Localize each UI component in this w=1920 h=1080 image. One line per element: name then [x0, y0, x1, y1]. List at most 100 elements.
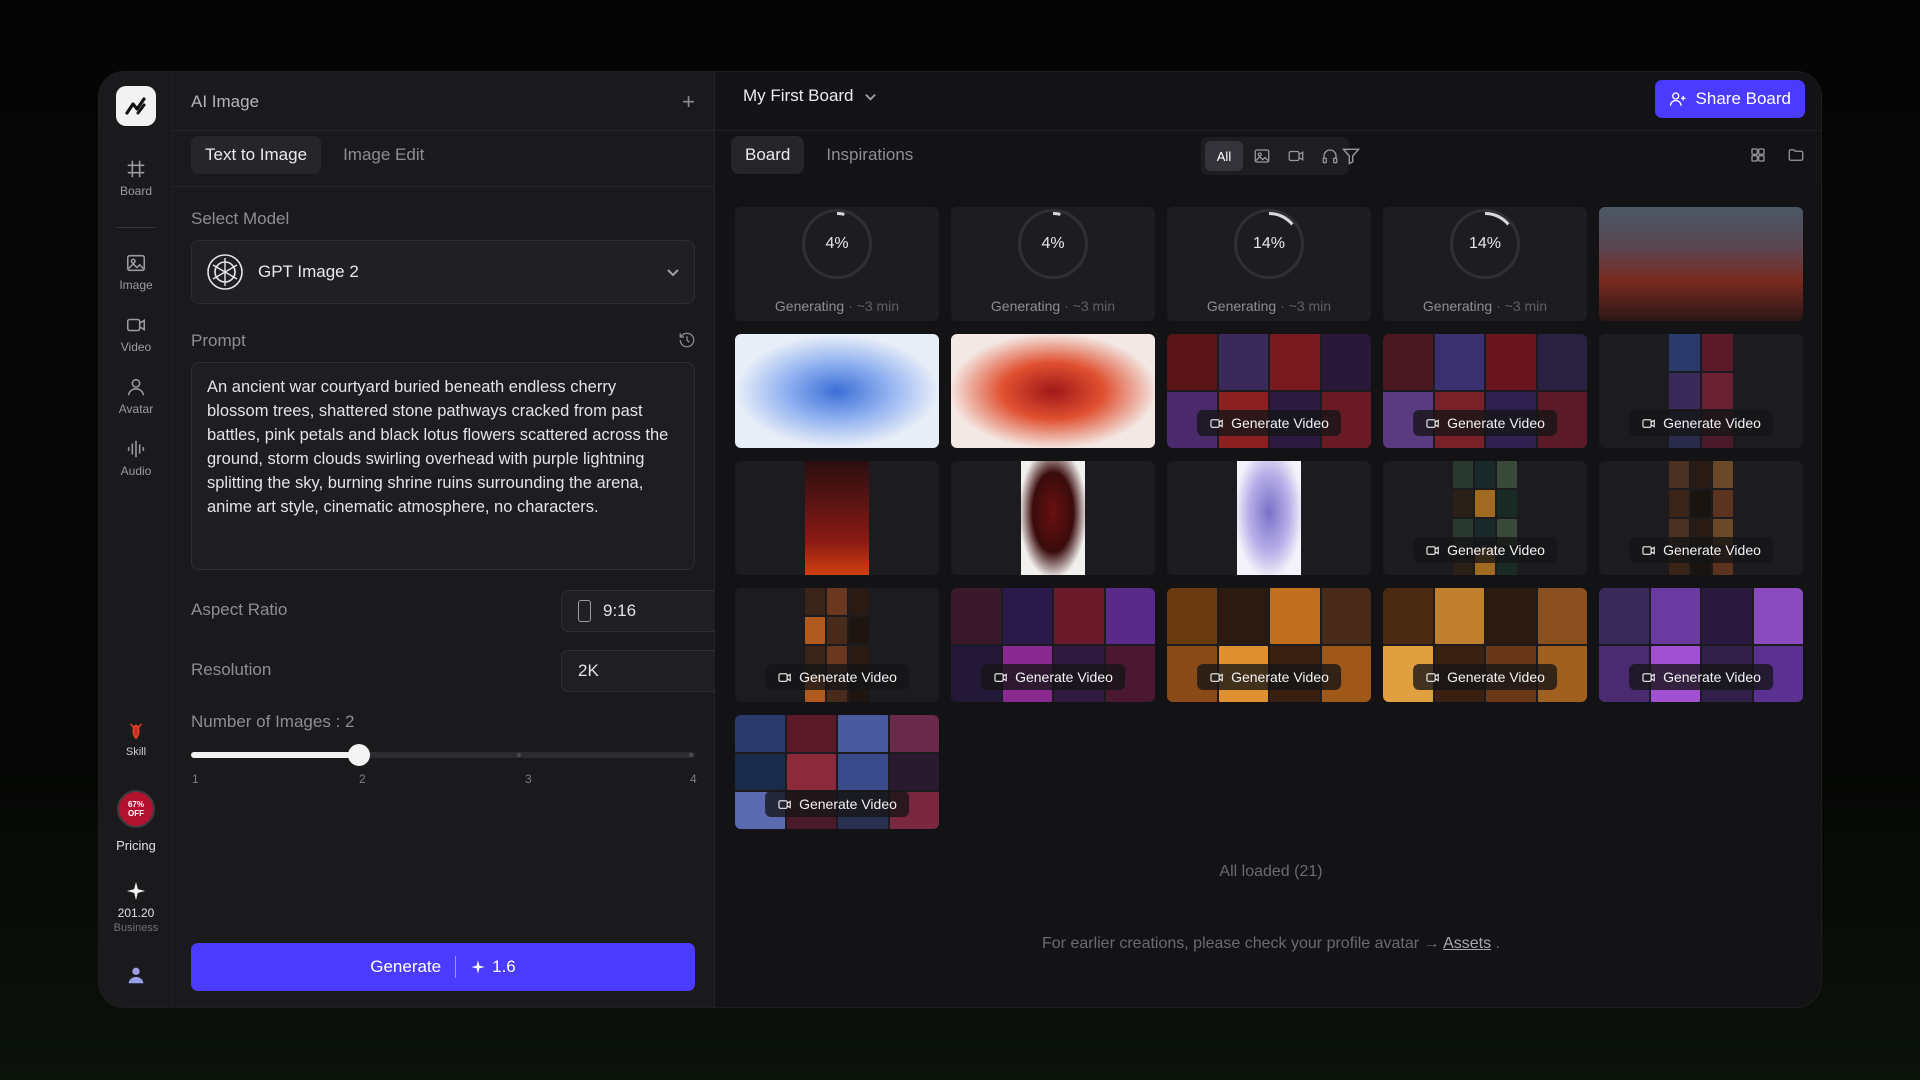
slider-fill: [191, 752, 359, 758]
board-tile[interactable]: [951, 334, 1155, 448]
generate-video-button[interactable]: Generate Video: [1629, 410, 1773, 436]
panel-tabs: Text to Image Image Edit: [191, 136, 438, 174]
generate-video-button[interactable]: Generate Video: [1413, 664, 1557, 690]
user-avatar-icon: [128, 967, 144, 984]
grid-view-button[interactable]: [1749, 146, 1771, 168]
board-title-dropdown[interactable]: My First Board: [743, 86, 877, 106]
assets-link[interactable]: Assets: [1443, 935, 1491, 952]
rail-item-avatar[interactable]: Avatar: [99, 376, 173, 416]
panel-title: AI Image: [191, 92, 260, 111]
rail-item-pricing[interactable]: 67% OFF Pricing: [99, 790, 173, 853]
generating-tile: 14% Generating · ~3 min: [1383, 207, 1587, 321]
video-camera-icon: [1210, 672, 1223, 682]
filter-button[interactable]: [1341, 146, 1363, 168]
select-model-label: Select Model: [191, 209, 290, 228]
tab-board[interactable]: Board: [731, 136, 805, 174]
number-of-images-slider[interactable]: [191, 744, 695, 766]
rail-item-image[interactable]: Image: [99, 252, 173, 292]
generate-video-button[interactable]: Generate Video: [1413, 410, 1557, 436]
board-tile[interactable]: Generate Video: [1599, 588, 1803, 702]
rail-item-video[interactable]: Video: [99, 314, 173, 354]
portrait-ratio-icon: [578, 600, 591, 622]
video-camera-icon: [1426, 672, 1439, 682]
generate-video-button[interactable]: Generate Video: [1197, 410, 1341, 436]
board-tile[interactable]: Generate Video: [951, 588, 1155, 702]
progress-percent: 4%: [1041, 235, 1065, 252]
board-tile[interactable]: Generate Video: [1383, 334, 1587, 448]
tab-image-edit[interactable]: Image Edit: [329, 136, 438, 174]
progress-ring: 14%: [1234, 209, 1304, 279]
generate-video-button[interactable]: Generate Video: [1197, 664, 1341, 690]
prompt-textarea[interactable]: An ancient war courtyard buried beneath …: [191, 362, 695, 570]
hash-grid-icon: [127, 160, 145, 178]
board-tile[interactable]: Generate Video: [1383, 588, 1587, 702]
tab-text-to-image[interactable]: Text to Image: [191, 136, 322, 174]
image-icon: [126, 254, 146, 272]
person-icon: [127, 378, 145, 396]
board-tabs: Board Inspirations: [731, 136, 927, 174]
app-logo[interactable]: [116, 86, 156, 126]
slider-tick: [689, 753, 693, 757]
board-tile[interactable]: [735, 334, 939, 448]
folder-icon: [1788, 149, 1804, 161]
board-tile[interactable]: Generate Video: [1167, 588, 1371, 702]
rail-item-board[interactable]: Board: [99, 158, 173, 198]
openai-icon: [207, 254, 243, 290]
image-thumbnail: [1237, 461, 1301, 575]
divider: [715, 130, 1821, 131]
filter-all[interactable]: All: [1205, 141, 1243, 171]
video-camera-icon: [1642, 418, 1655, 428]
history-icon[interactable]: [678, 331, 696, 349]
add-icon[interactable]: +: [682, 91, 695, 113]
board-tile[interactable]: [1167, 461, 1371, 575]
generate-cost: 1.6: [492, 957, 516, 976]
generate-video-button[interactable]: Generate Video: [1413, 537, 1557, 563]
board-tile[interactable]: Generate Video: [735, 715, 939, 829]
rail-item-audio[interactable]: Audio: [99, 438, 173, 478]
generate-video-button[interactable]: Generate Video: [981, 664, 1125, 690]
discount-badge: 67% OFF: [117, 790, 155, 828]
image-icon: [1254, 149, 1270, 163]
board-tile[interactable]: Generate Video: [735, 588, 939, 702]
slider-tick-label: 2: [359, 772, 366, 786]
generating-status: Generating · ~3 min: [990, 298, 1116, 314]
generate-video-button[interactable]: Generate Video: [765, 664, 909, 690]
rail-item-skill[interactable]: Skill: [99, 720, 173, 758]
board-tile[interactable]: [1599, 207, 1803, 321]
model-select[interactable]: GPT Image 2: [191, 240, 695, 304]
generate-video-button[interactable]: Generate Video: [765, 791, 909, 817]
slider-thumb[interactable]: [348, 744, 370, 766]
tab-inspirations[interactable]: Inspirations: [812, 136, 927, 174]
chevron-down-icon: [667, 269, 679, 277]
media-filter-bar: All: [1201, 137, 1349, 175]
credits-display[interactable]: 201.20 Business: [99, 880, 173, 934]
board-area: My First Board Share Board Board Inspira…: [715, 72, 1821, 1007]
profile-avatar[interactable]: [99, 964, 173, 986]
board-tile[interactable]: Generate Video: [1599, 334, 1803, 448]
rail-divider: [117, 227, 155, 228]
board-grid: 4% Generating · ~3 min 4% Generating · ~3 m…: [735, 207, 1803, 829]
sparkle-icon: [126, 881, 146, 901]
generating-status: Generating · ~3 min: [1206, 298, 1332, 314]
share-board-button[interactable]: Share Board: [1654, 80, 1805, 118]
board-tile[interactable]: [735, 461, 939, 575]
generate-video-button[interactable]: Generate Video: [1629, 664, 1773, 690]
board-tile[interactable]: Generate Video: [1167, 334, 1371, 448]
progress-ring: 4%: [802, 209, 872, 279]
folder-button[interactable]: [1787, 146, 1809, 168]
generate-video-button[interactable]: Generate Video: [1629, 537, 1773, 563]
video-camera-icon: [1642, 545, 1655, 555]
funnel-icon: [1341, 148, 1361, 165]
slider-tick-label: 3: [525, 772, 532, 786]
board-tile[interactable]: Generate Video: [1383, 461, 1587, 575]
grid-view-icon: [1751, 148, 1765, 162]
generate-button[interactable]: Generate 1.6: [191, 943, 695, 991]
video-camera-icon: [1210, 418, 1223, 428]
board-tile[interactable]: [951, 461, 1155, 575]
button-separator: [455, 956, 457, 978]
board-tile[interactable]: Generate Video: [1599, 461, 1803, 575]
filter-video[interactable]: [1281, 141, 1311, 171]
filter-image[interactable]: [1247, 141, 1277, 171]
image-thumbnail: [1021, 461, 1085, 575]
slider-tick: [517, 753, 521, 757]
